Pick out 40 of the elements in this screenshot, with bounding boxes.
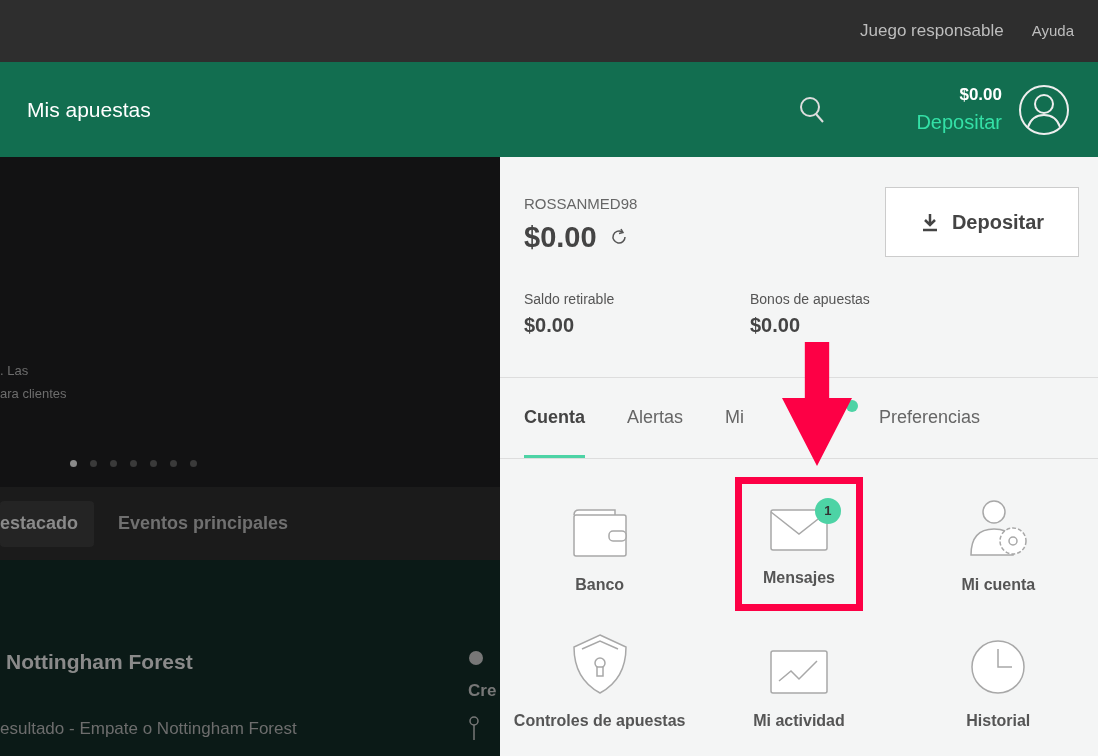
hero-text: ara clientes <box>0 385 68 403</box>
account-tile[interactable]: Controles de apuestas <box>513 613 686 747</box>
balance-label: Saldo retirable <box>524 290 616 309</box>
account-tile[interactable]: Banco <box>535 477 664 611</box>
account-tile[interactable]: 1 Mensajes <box>735 477 863 611</box>
account-tab[interactable]: Alertas <box>627 378 684 458</box>
deposit-button[interactable]: Depositar <box>885 187 1079 257</box>
user-gear-icon <box>967 499 1030 559</box>
event-tab[interactable]: Eventos principales <box>102 500 305 547</box>
deposit-link[interactable]: Depositar <box>916 107 1002 138</box>
envelope-icon <box>769 508 829 552</box>
balance-value: $0.00 <box>750 313 802 338</box>
page-title: Mis apuestas <box>27 96 151 123</box>
event-side-title: Cre <box>468 680 497 702</box>
account-tile[interactable]: Historial <box>934 613 1063 747</box>
top-link[interactable]: Ayuda <box>1031 19 1074 43</box>
header-balance: $0.00 <box>959 83 1002 106</box>
wallet-icon <box>570 507 629 559</box>
balance-value: $0.00 <box>524 313 576 338</box>
account-tile[interactable]: Mi cuenta <box>934 477 1063 611</box>
balance-label: Bonos de apuestas <box>750 290 870 309</box>
event-title: Nottingham Forest <box>6 649 194 675</box>
avatar-icon[interactable] <box>1018 83 1070 136</box>
top-link[interactable]: Juego responsable <box>860 18 1004 44</box>
account-tab[interactable]: Preferencias <box>879 378 981 458</box>
ball-icon <box>468 650 484 666</box>
account-tab[interactable]: Cuenta <box>524 378 585 458</box>
pin-icon <box>468 715 480 740</box>
account-balance: $0.00 <box>524 219 597 255</box>
event-tab[interactable]: estacado <box>0 500 95 547</box>
search-icon[interactable] <box>798 94 827 125</box>
message-count-badge: 1 <box>815 498 841 524</box>
account-tile[interactable]: Mi actividad <box>735 613 863 747</box>
clock-icon <box>970 639 1027 695</box>
chart-icon <box>769 649 829 695</box>
account-tab[interactable]: Mi <box>725 378 745 458</box>
market-text: esultado - Empate o Nottingham Forest <box>0 717 298 740</box>
hero-text: . Las <box>0 362 30 380</box>
username: ROSSANMED98 <box>524 194 639 214</box>
shield-icon <box>571 633 628 695</box>
